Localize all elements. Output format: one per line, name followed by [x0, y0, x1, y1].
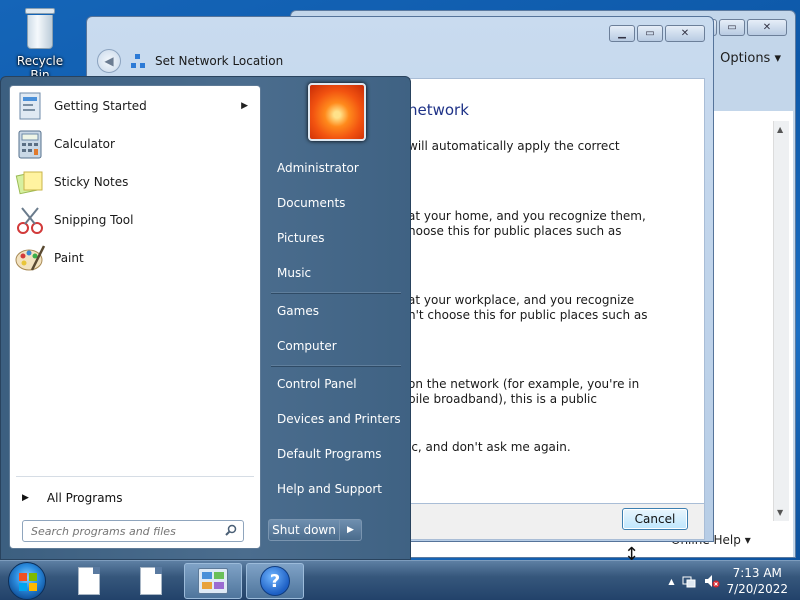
document-icon — [78, 567, 100, 595]
shutdown-control: Shut down ▶ — [268, 519, 362, 541]
submenu-arrow-icon: ▶ — [241, 101, 248, 111]
network-status-icon[interactable] — [682, 574, 696, 588]
programs-separator — [16, 476, 254, 477]
user-account-picture[interactable] — [308, 83, 366, 141]
program-paint[interactable]: Paint — [14, 240, 258, 276]
windows-logo-icon — [19, 573, 37, 591]
sticky-notes-icon — [14, 166, 46, 198]
options-menu[interactable]: Options ▾ — [720, 51, 781, 66]
back-arrow-button[interactable]: ◀ — [97, 49, 121, 73]
start-right-music[interactable]: Music — [267, 258, 403, 288]
taskbar-document-1[interactable] — [60, 563, 118, 599]
back-close-button[interactable]: ✕ — [747, 19, 787, 36]
content-line[interactable]: at your home, and you recognize them, — [408, 209, 646, 224]
all-programs-arrow-icon: ▶ — [22, 493, 29, 503]
program-label: Calculator — [54, 137, 115, 151]
start-right-administrator[interactable]: Administrator — [267, 153, 403, 183]
shutdown-options-arrow-icon[interactable]: ▶ — [340, 519, 362, 541]
start-right-default-programs[interactable]: Default Programs — [267, 439, 403, 469]
taskbar-document-2[interactable] — [122, 563, 180, 599]
start-right-pictures[interactable]: Pictures — [267, 223, 403, 253]
search-icon[interactable] — [225, 524, 237, 536]
window-title: Set Network Location — [155, 54, 284, 68]
recycle-bin-desktop-icon[interactable]: Recycle Bin — [6, 6, 74, 82]
start-search-box[interactable] — [22, 520, 244, 542]
start-button[interactable] — [8, 562, 46, 600]
content-line[interactable]: ic, and don't ask me again. — [408, 440, 571, 455]
front-window-caption-buttons: ▁ ▭ ✕ — [609, 25, 705, 42]
all-programs-label: All Programs — [46, 491, 123, 505]
taskbar-clock[interactable]: 7:13 AM 7/20/2022 — [726, 565, 788, 597]
clock-time: 7:13 AM — [732, 566, 782, 580]
clock-date: 7/20/2022 — [726, 582, 788, 596]
taskbar-help-support[interactable]: ? — [246, 563, 304, 599]
document-icon — [140, 567, 162, 595]
content-line[interactable]: on the network (for example, you're in — [408, 377, 639, 392]
content-line: will automatically apply the correct — [408, 139, 620, 153]
content-heading: network — [408, 101, 469, 119]
program-label: Sticky Notes — [54, 175, 129, 189]
paint-icon — [14, 242, 46, 274]
program-label: Snipping Tool — [54, 213, 134, 227]
program-label: Getting Started — [54, 99, 147, 113]
start-menu-programs-pane: Getting Started ▶ Calculator Sticky Note… — [9, 85, 261, 549]
recycle-bin-icon — [23, 8, 57, 50]
front-minimize-button[interactable]: ▁ — [609, 25, 635, 42]
right-separator — [271, 292, 401, 294]
start-right-documents[interactable]: Documents — [267, 188, 403, 218]
taskbar: ? ▲ 7:13 AM 7/20/2022 — [0, 560, 800, 600]
calculator-icon — [14, 128, 46, 160]
start-right-computer[interactable]: Computer — [267, 331, 403, 361]
program-label: Paint — [54, 251, 84, 265]
back-vertical-scrollbar[interactable]: ▲ ▼ — [773, 121, 789, 521]
resize-cursor-icon: ↕ — [624, 544, 640, 565]
snipping-tool-icon — [14, 204, 46, 236]
content-line[interactable]: n't choose this for public places such a… — [408, 308, 648, 323]
getting-started-icon — [14, 90, 46, 122]
help-icon: ? — [260, 566, 290, 596]
network-icon — [131, 54, 145, 68]
front-close-button[interactable]: ✕ — [665, 25, 705, 42]
start-right-control-panel[interactable]: Control Panel — [267, 369, 403, 399]
front-maximize-button[interactable]: ▭ — [637, 25, 663, 42]
all-programs-button[interactable]: ▶ All Programs — [16, 486, 252, 510]
back-maximize-button[interactable]: ▭ — [719, 19, 745, 36]
program-snipping-tool[interactable]: Snipping Tool — [14, 202, 258, 238]
show-hidden-icons-icon[interactable]: ▲ — [668, 577, 674, 586]
content-line[interactable]: hoose this for public places such as — [408, 224, 622, 239]
taskbar-control-panel[interactable] — [184, 563, 242, 599]
program-sticky-notes[interactable]: Sticky Notes — [14, 164, 258, 200]
scroll-down-arrow-icon[interactable]: ▼ — [777, 508, 783, 517]
start-right-help-support[interactable]: Help and Support — [267, 474, 403, 504]
content-line[interactable]: bile broadband), this is a public — [408, 392, 597, 407]
content-line[interactable]: at your workplace, and you recognize — [408, 293, 634, 308]
program-calculator[interactable]: Calculator — [14, 126, 258, 162]
volume-muted-icon[interactable] — [704, 574, 720, 588]
start-right-devices-printers[interactable]: Devices and Printers — [267, 404, 403, 434]
cancel-button[interactable]: Cancel — [622, 508, 688, 530]
start-right-games[interactable]: Games — [267, 296, 403, 326]
start-menu: Getting Started ▶ Calculator Sticky Note… — [0, 76, 411, 560]
right-separator — [271, 365, 401, 367]
start-search-input[interactable] — [23, 521, 213, 541]
control-panel-icon — [198, 568, 228, 594]
wizard-header: ◀ Set Network Location — [97, 49, 283, 73]
system-tray: ▲ 7:13 AM 7/20/2022 — [668, 565, 788, 597]
shutdown-button[interactable]: Shut down — [268, 519, 340, 541]
scroll-up-arrow-icon[interactable]: ▲ — [777, 125, 783, 134]
program-getting-started[interactable]: Getting Started ▶ — [14, 88, 258, 124]
